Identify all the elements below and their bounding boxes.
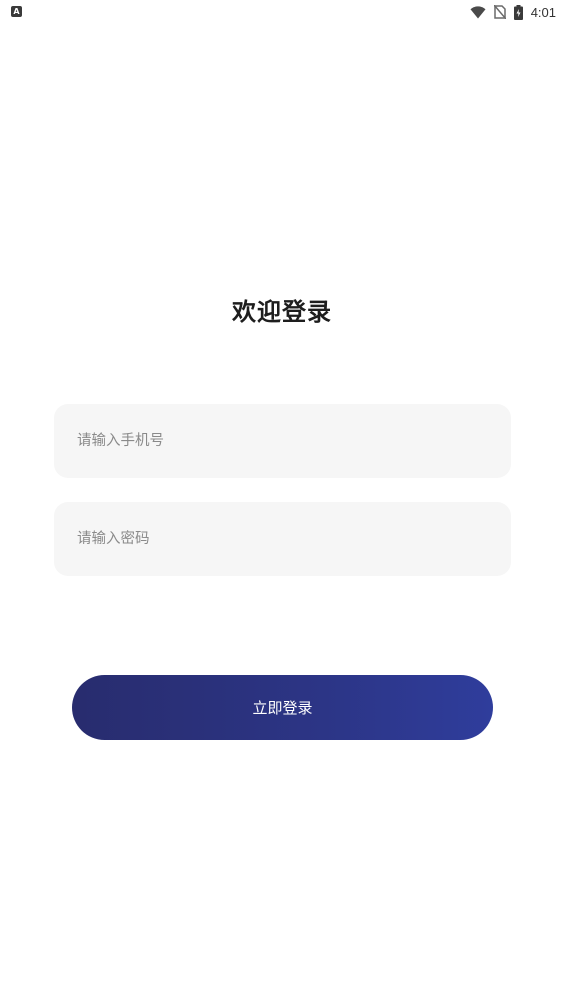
status-bar-right: 4:01	[470, 3, 556, 21]
battery-icon	[513, 4, 523, 20]
login-button[interactable]: 立即登录	[72, 675, 493, 740]
password-field-container	[54, 502, 511, 576]
status-time: 4:01	[530, 4, 556, 20]
no-sim-icon	[493, 5, 506, 19]
phone-field-container	[54, 404, 511, 478]
page-title: 欢迎登录	[232, 298, 332, 326]
phone-input[interactable]	[54, 404, 511, 478]
accessibility-notification-icon: A	[11, 6, 22, 17]
status-bar: A 4:01	[0, 0, 564, 24]
wifi-icon	[470, 5, 486, 18]
password-input[interactable]	[54, 502, 511, 576]
